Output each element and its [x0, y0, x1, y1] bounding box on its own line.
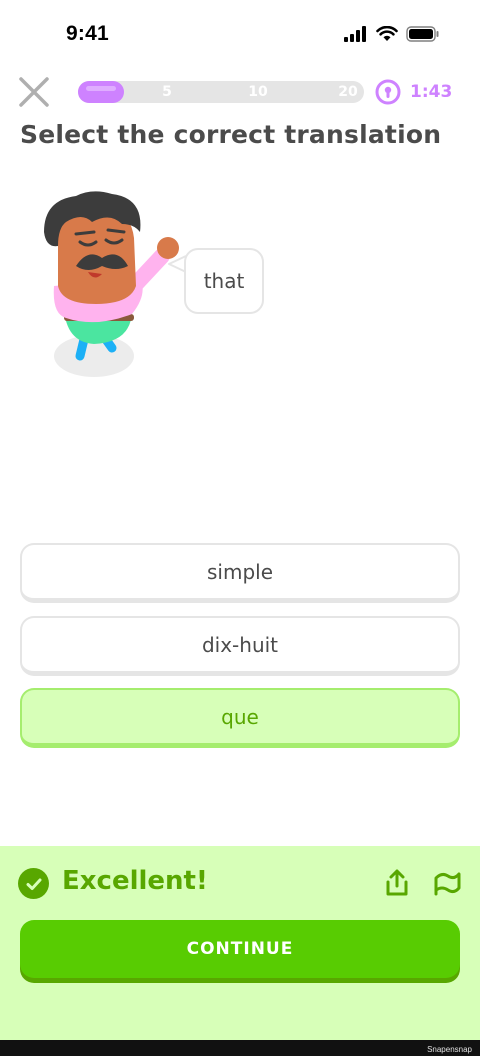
answer-option-dix-huit[interactable]: dix-huit: [20, 616, 460, 676]
share-button[interactable]: [382, 868, 412, 898]
checkmark-badge: [18, 868, 49, 899]
continue-button[interactable]: CONTINUE: [20, 920, 460, 978]
battery-icon: [406, 26, 439, 42]
status-time: 9:41: [66, 22, 109, 45]
feedback-panel: Excellent! CONTINUE: [0, 846, 480, 1040]
exercise-prompt: Select the correct translation: [20, 120, 442, 149]
lesson-header: 5 10 20 1:43: [0, 72, 480, 112]
report-button[interactable]: [432, 868, 462, 898]
bottom-strip: [0, 1040, 480, 1056]
speech-bubble[interactable]: that: [184, 248, 264, 314]
feedback-title: Excellent!: [62, 866, 208, 896]
stopwatch-icon: [375, 79, 401, 105]
close-icon: [19, 77, 49, 107]
cellular-signal-icon: [344, 26, 366, 42]
character-illustration: [44, 191, 179, 377]
timer: 1:43: [374, 78, 452, 106]
answer-option-simple[interactable]: simple: [20, 543, 460, 603]
status-icons: [344, 26, 440, 42]
answer-option-que-selected[interactable]: que: [20, 688, 460, 748]
checkmark-icon: [26, 878, 41, 890]
milestone-label: 5: [162, 84, 172, 100]
watermark: Snapensnap: [427, 1045, 472, 1054]
lesson-progress-bar: 5 10 20: [78, 81, 364, 103]
flag-icon: [434, 872, 461, 896]
progress-fill: [78, 81, 124, 103]
speech-bubble-text: that: [203, 269, 245, 293]
close-button[interactable]: [16, 74, 52, 110]
status-bar: 9:41: [0, 0, 480, 70]
milestone-label: 10: [248, 84, 268, 100]
milestone-label: 20: [338, 84, 358, 100]
timer-value: 1:43: [410, 82, 453, 102]
share-icon: [386, 869, 408, 896]
wifi-icon: [376, 26, 398, 41]
